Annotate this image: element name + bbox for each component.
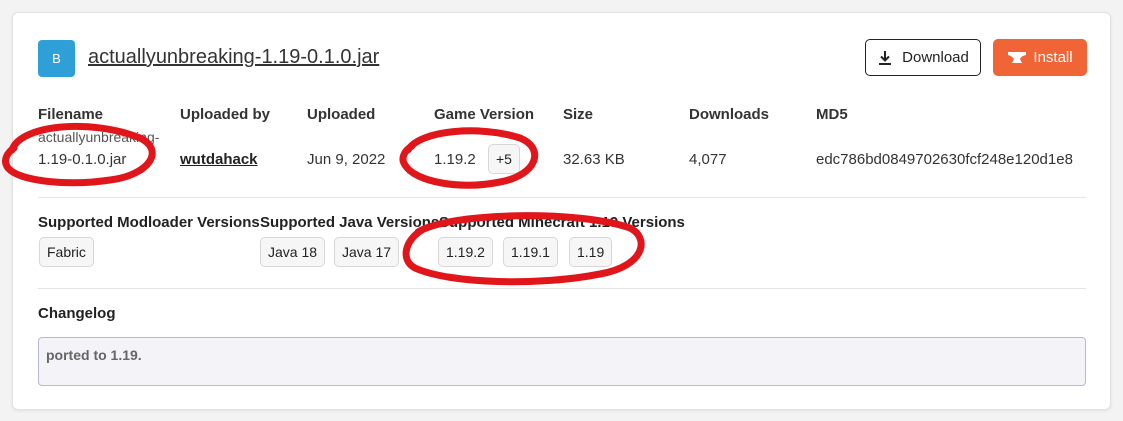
file-title-link[interactable]: actuallyunbreaking-1.19-0.1.0.jar: [88, 46, 379, 69]
avatar-letter: B: [52, 51, 61, 66]
minecraft-version-tag: 1.19.1: [503, 237, 558, 267]
filename-value-line1: actuallyunbreaking-: [38, 129, 160, 145]
col-md5: MD5: [816, 106, 848, 123]
java-tag: Java 18: [260, 237, 326, 267]
game-version-more[interactable]: +5: [488, 144, 520, 174]
col-game-version: Game Version: [434, 106, 535, 123]
game-version-more-badge: +5: [488, 144, 520, 174]
divider: [38, 288, 1086, 289]
downloads-value: 4,077: [689, 151, 727, 168]
changelog-heading: Changelog: [38, 305, 116, 322]
download-label: Download: [902, 49, 969, 66]
col-size: Size: [563, 106, 594, 123]
filename-value-line2: 1.19-0.1.0.jar: [38, 151, 127, 168]
modloader-heading: Supported Modloader Versions: [38, 214, 260, 231]
changelog-text: ported to 1.19.: [46, 347, 142, 363]
game-version-value: 1.19.2: [434, 151, 476, 168]
java-tag: Java 17: [334, 237, 400, 267]
divider: [38, 197, 1086, 198]
file-card: B actuallyunbreaking-1.19-0.1.0.jar Down…: [12, 12, 1111, 410]
download-icon: [879, 50, 892, 65]
download-button[interactable]: Download: [865, 39, 981, 76]
modloader-tag: Fabric: [39, 237, 94, 267]
uploader-link[interactable]: wutdahack: [180, 151, 258, 168]
install-label: Install: [1033, 49, 1073, 66]
size-value: 32.63 KB: [563, 151, 625, 168]
col-uploaded-by: Uploaded by: [180, 106, 271, 123]
minecraft-version-tag: 1.19: [569, 237, 613, 267]
minecraft-heading: Supported Minecraft 1.19 Versions: [439, 214, 685, 231]
changelog-box: ported to 1.19.: [38, 337, 1086, 386]
anvil-icon: [1008, 51, 1027, 63]
col-filename: Filename: [38, 106, 104, 123]
md5-value: edc786bd0849702630fcf248e120d1e8: [816, 151, 1073, 168]
minecraft-version-tag: 1.19.2: [438, 237, 493, 267]
install-button[interactable]: Install: [993, 39, 1087, 76]
project-avatar: B: [38, 40, 75, 77]
col-uploaded: Uploaded: [307, 106, 376, 123]
col-downloads: Downloads: [689, 106, 770, 123]
uploaded-date: Jun 9, 2022: [307, 151, 386, 168]
java-heading: Supported Java Versions: [260, 214, 440, 231]
